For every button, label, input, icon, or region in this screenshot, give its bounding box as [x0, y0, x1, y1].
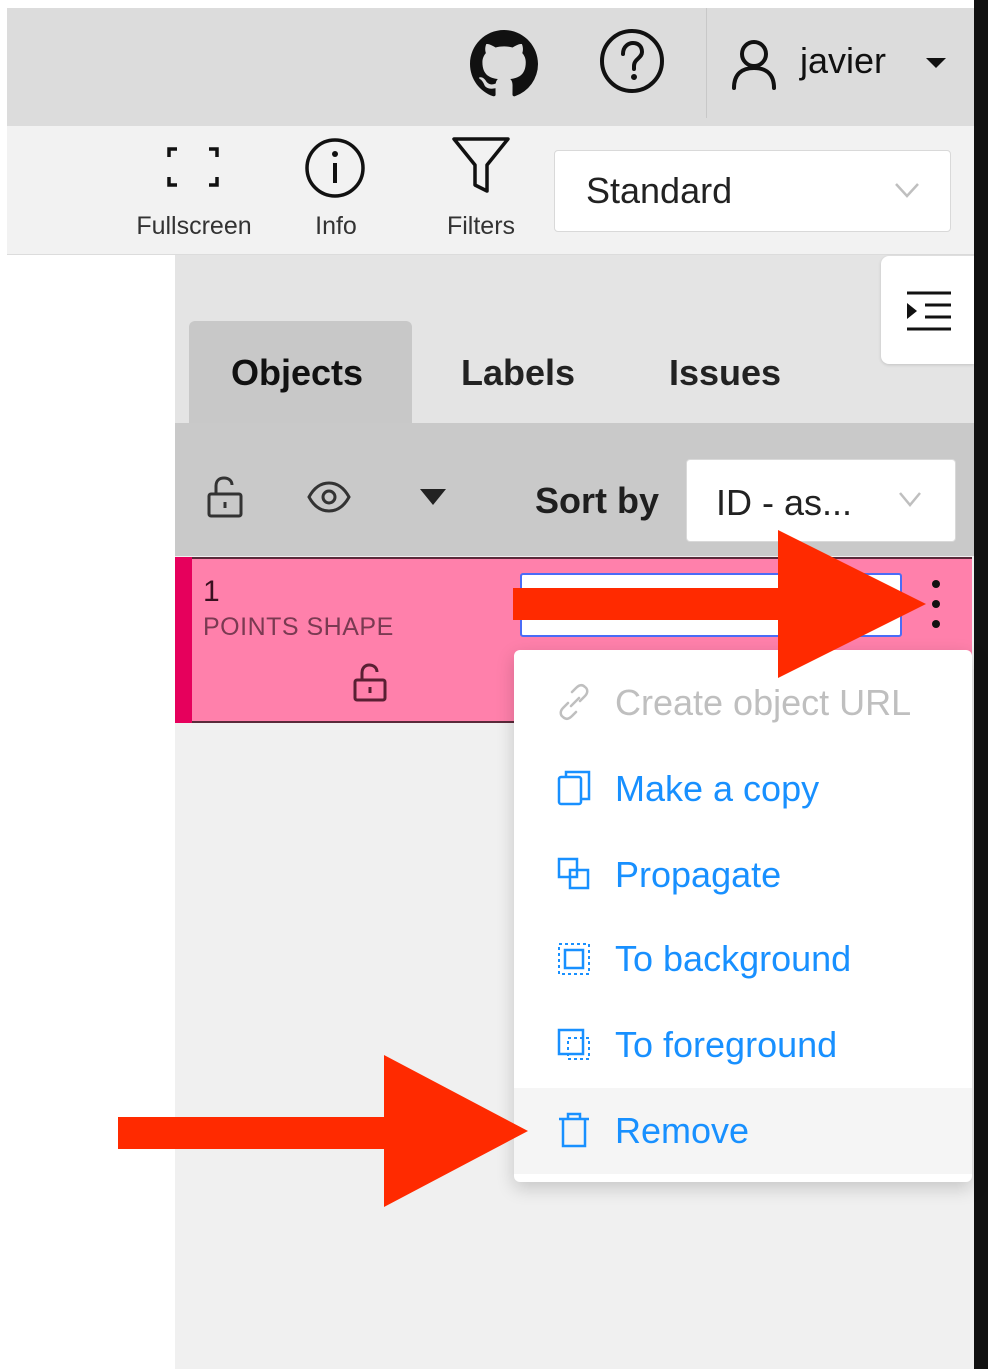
sort-select-value[interactable]: ID - as... [716, 482, 852, 524]
to-background-icon [558, 943, 590, 975]
fullscreen-icon[interactable] [165, 145, 221, 189]
menu-item-remove[interactable]: Remove [514, 1088, 972, 1174]
menu-item-to-foreground[interactable]: To foreground [514, 1002, 972, 1088]
menu-item-label: Remove [615, 1110, 750, 1151]
annotation-arrow-right [118, 1055, 528, 1207]
help-icon[interactable] [598, 27, 666, 95]
sort-by-label: Sort by [535, 480, 660, 521]
filter-icon[interactable] [450, 135, 512, 197]
link-icon [559, 683, 589, 721]
menu-item-label: Propagate [615, 854, 782, 895]
unlock-icon[interactable] [352, 663, 388, 703]
tab-issues[interactable]: Issues [669, 352, 781, 394]
menu-item-label: To background [615, 938, 852, 979]
menu-item-label: Create object URL [615, 682, 912, 723]
username[interactable]: javier [800, 40, 886, 82]
user-icon[interactable] [730, 38, 778, 90]
to-foreground-icon [557, 1028, 590, 1060]
propagate-icon [557, 857, 590, 890]
info-icon[interactable] [304, 137, 366, 199]
tab-labels[interactable]: Labels [461, 352, 575, 394]
eye-icon[interactable] [307, 480, 351, 514]
trash-icon [559, 1112, 589, 1148]
menu-item-propagate[interactable]: Propagate [514, 832, 972, 918]
more-vertical-icon[interactable] [926, 576, 946, 632]
chevron-down-icon[interactable] [896, 486, 924, 512]
github-icon[interactable] [470, 30, 538, 98]
object-id: 1 [203, 575, 220, 608]
object-context-menu: Create object URL Make a copy Propagate … [514, 650, 972, 1182]
tab-objects-label[interactable]: Objects [231, 352, 363, 394]
menu-unfold-icon[interactable] [905, 290, 953, 332]
unlock-icon[interactable] [206, 476, 244, 518]
menu-item-make-a-copy[interactable]: Make a copy [514, 746, 972, 832]
caret-down-icon[interactable] [922, 52, 950, 72]
object-type: POINTS SHAPE [203, 613, 394, 641]
copy-icon [557, 770, 591, 806]
chevron-down-icon[interactable] [892, 176, 922, 204]
workspace-select-value[interactable]: Standard [586, 170, 732, 212]
caret-down-icon[interactable] [418, 487, 448, 507]
header-divider [706, 8, 707, 118]
menu-item-to-background[interactable]: To background [514, 916, 972, 1002]
fullscreen-button-label[interactable]: Fullscreen [114, 212, 274, 241]
annotation-arrow-right [513, 530, 926, 678]
menu-item-label: Make a copy [615, 768, 820, 809]
info-button-label[interactable]: Info [256, 212, 416, 241]
window-edge [974, 0, 988, 1369]
object-color-stripe [175, 557, 192, 723]
filters-button-label[interactable]: Filters [401, 212, 561, 241]
menu-item-label: To foreground [615, 1024, 838, 1065]
